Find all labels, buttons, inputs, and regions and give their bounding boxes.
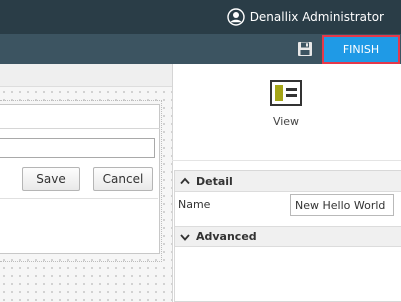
- name-property-label: Name: [178, 198, 211, 211]
- save-button[interactable]: Save: [22, 167, 80, 191]
- save-icon[interactable]: [297, 41, 313, 57]
- view-icon[interactable]: [270, 80, 302, 106]
- user-menu[interactable]: Denallix Administrator: [226, 8, 384, 26]
- cancel-button[interactable]: Cancel: [93, 167, 153, 191]
- name-property-input[interactable]: New Hello World: [290, 194, 394, 216]
- chevron-up-icon: [180, 177, 190, 185]
- form-row-divider: [0, 198, 158, 199]
- finish-button[interactable]: FINISH: [322, 35, 400, 64]
- user-avatar-icon: [226, 8, 245, 26]
- canvas-header-strip: [0, 64, 172, 87]
- detail-section-title: Detail: [196, 174, 233, 188]
- top-header-bar: Denallix Administrator: [0, 0, 401, 34]
- chevron-down-icon: [180, 233, 190, 241]
- form-divider: [0, 128, 160, 129]
- advanced-section-title: Advanced: [196, 230, 257, 243]
- detail-section-header[interactable]: Detail: [175, 171, 401, 192]
- view-label: View: [272, 115, 300, 128]
- canvas-text-input[interactable]: [0, 138, 155, 158]
- panel-separator: [172, 160, 401, 161]
- user-name: Denallix Administrator: [249, 10, 384, 24]
- advanced-section-header[interactable]: Advanced: [175, 226, 401, 247]
